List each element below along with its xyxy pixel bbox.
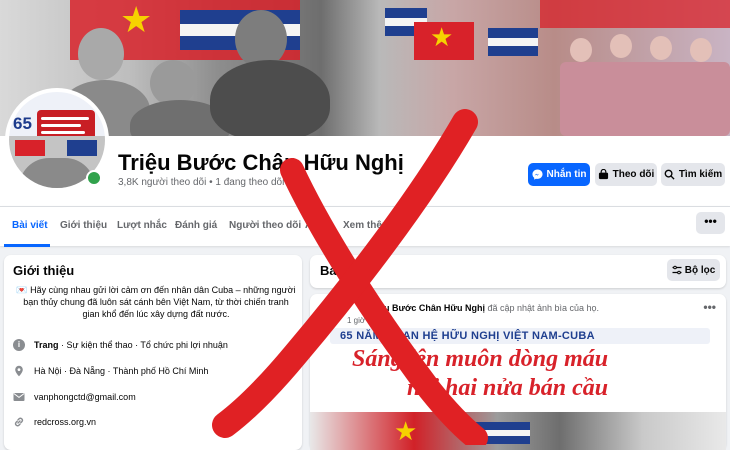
- flag-graphic: [67, 140, 97, 156]
- person-graphic: [650, 36, 672, 60]
- flag-star-graphic: ★: [120, 0, 153, 40]
- category-row: i Trang · Sự kiện thể thao · Tổ chức phi…: [13, 339, 228, 351]
- post-options-button[interactable]: •••: [703, 300, 716, 314]
- location-row: Hà Nội · Đà Nẵng · Thành phố Hồ Chí Minh: [13, 365, 208, 377]
- banner-photo: ★: [310, 412, 726, 450]
- post-timestamp[interactable]: 1 giờ: [347, 316, 365, 325]
- more-options-button[interactable]: •••: [696, 212, 725, 234]
- flag-star-graphic: ★: [430, 22, 454, 52]
- message-button[interactable]: Nhắn tin: [528, 163, 590, 186]
- info-icon: i: [13, 339, 25, 351]
- intro-description: 💌 Hãy cùng nhau gửi lời cảm ơn đến nhân …: [16, 285, 296, 319]
- intro-title: Giới thiệu: [13, 263, 75, 278]
- post-card: Triệu Bước Chân Hữu Nghị đã cập nhật ảnh…: [310, 294, 726, 450]
- tab-more[interactable]: Xem thêm: [343, 220, 391, 231]
- location-icon: [15, 365, 23, 377]
- search-button[interactable]: Tìm kiếm: [661, 163, 725, 186]
- cuba-flag-graphic: [488, 46, 538, 56]
- avatar-text-line: [41, 131, 85, 134]
- post-image[interactable]: 65 NĂM QUAN HỆ HỮU NGHỊ VIỆT NAM-CUBA Sá…: [310, 328, 726, 450]
- post-header-text: Triệu Bước Chân Hữu Nghị đã cập nhật ảnh…: [368, 303, 599, 313]
- person-graphic: [690, 38, 712, 62]
- posts-header-card: Bài viết Bộ lọc: [310, 255, 726, 288]
- tab-about[interactable]: Giới thiệu: [60, 220, 107, 231]
- tab-photos[interactable]: Ảnh: [305, 220, 324, 231]
- page-title: Triệu Bước Chân Hữu Nghị: [118, 150, 404, 175]
- cuba-flag-graphic: [470, 436, 530, 444]
- email-link[interactable]: vanphongctd@gmail.com: [34, 392, 136, 402]
- cuba-flag-graphic: [488, 28, 538, 38]
- posts-title: Bài viết: [320, 263, 367, 278]
- avatar-text-line: [41, 117, 89, 120]
- follower-count[interactable]: 3,8K người theo dõi • 1 đang theo dõi: [118, 177, 284, 188]
- email-icon: [13, 393, 25, 401]
- person-graphic: [235, 10, 287, 68]
- follow-icon: [598, 169, 608, 180]
- location-text: Hà Nội · Đà Nẵng · Thành phố Hồ Chí Minh: [34, 366, 209, 376]
- flag-graphic: [15, 140, 45, 156]
- online-status-dot: [86, 170, 102, 186]
- email-row: vanphongctd@gmail.com: [13, 391, 136, 403]
- banner-heading: 65 NĂM QUAN HỆ HỮU NGHỊ VIỆT NAM-CUBA: [340, 330, 595, 342]
- tab-followers[interactable]: Người theo dõi: [229, 220, 301, 231]
- tab-posts[interactable]: Bài viết: [12, 220, 48, 231]
- category-type: Trang: [34, 340, 59, 350]
- filter-icon: [672, 265, 682, 275]
- cuba-flag-graphic: [385, 8, 427, 18]
- person-graphic: [150, 60, 196, 106]
- cover-photo[interactable]: ★ ★: [0, 0, 730, 136]
- post-author-avatar[interactable]: [320, 302, 342, 324]
- message-button-label: Nhắn tin: [546, 169, 587, 180]
- banner-slogan-line2: nối hai nửa bán cầu: [407, 375, 609, 401]
- people-graphic: [19, 158, 95, 188]
- post-action-text: đã cập nhật ảnh bìa của họ.: [484, 303, 600, 313]
- link-icon: [14, 417, 24, 427]
- intro-card: Giới thiệu 💌 Hãy cùng nhau gửi lời cảm ơ…: [4, 255, 302, 450]
- person-graphic: [210, 60, 330, 136]
- search-icon: [664, 169, 675, 180]
- person-graphic: [610, 34, 632, 58]
- flag-star-graphic: ★: [394, 416, 418, 446]
- avatar-text-line: [41, 124, 81, 127]
- cuba-flag-graphic: [470, 422, 530, 430]
- avatar-number: 65: [13, 114, 32, 133]
- messenger-icon: [531, 169, 543, 180]
- tab-reviews[interactable]: Đánh giá: [175, 220, 217, 231]
- follow-button-label: Theo dõi: [612, 169, 655, 180]
- follow-button[interactable]: Theo dõi: [595, 163, 657, 186]
- search-button-label: Tìm kiếm: [678, 169, 723, 180]
- person-graphic: [570, 38, 592, 62]
- post-author-name[interactable]: Triệu Bước Chân Hữu Nghị: [368, 303, 485, 313]
- banner-graphic: [540, 0, 730, 28]
- category-list: · Sự kiện thể thao · Tổ chức phi lợi nhu…: [58, 340, 228, 350]
- filter-button-label: Bộ lọc: [684, 264, 716, 276]
- website-link[interactable]: redcross.org.vn: [34, 417, 96, 427]
- filter-button[interactable]: Bộ lọc: [667, 259, 720, 281]
- person-graphic: [78, 28, 124, 80]
- active-tab-indicator: [4, 244, 50, 247]
- category-text: Trang · Sự kiện thể thao · Tổ chức phi l…: [34, 340, 228, 350]
- cuba-flag-graphic: [488, 38, 538, 46]
- page-tabs: Bài viết Giới thiệu Lượt nhắc Đánh giá N…: [0, 206, 730, 247]
- tab-mentions[interactable]: Lượt nhắc: [117, 220, 167, 231]
- banner-slogan-line1: Sáng lên muôn dòng máu: [352, 346, 609, 372]
- website-row: redcross.org.vn: [13, 416, 96, 428]
- crowd-graphic: [560, 62, 730, 136]
